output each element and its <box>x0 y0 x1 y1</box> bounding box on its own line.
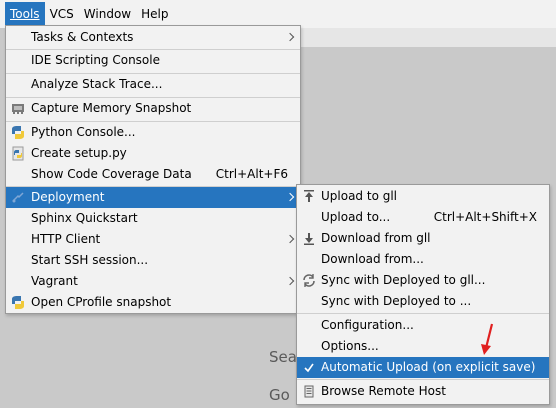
python-icon <box>12 126 24 139</box>
menu-item-sync-deployed-to[interactable]: Sync with Deployed to ... <box>297 291 549 312</box>
menu-item-sphinx-quickstart[interactable]: Sphinx Quickstart <box>6 208 300 229</box>
menu-item-ide-scripting-console[interactable]: IDE Scripting Console <box>6 50 300 71</box>
remote-host-icon <box>304 385 314 398</box>
menu-item-capture-memory-snapshot[interactable]: Capture Memory Snapshot <box>6 98 300 119</box>
sync-icon <box>303 274 315 287</box>
menu-help[interactable]: Help <box>136 2 173 26</box>
menu-vcs[interactable]: VCS <box>45 2 79 26</box>
menu-item-show-code-coverage-data[interactable]: Show Code Coverage Data Ctrl+Alt+F6 <box>6 164 300 185</box>
submenu-arrow-icon <box>286 187 296 208</box>
checkmark-icon <box>304 363 314 373</box>
menu-item-sync-deployed-gll[interactable]: Sync with Deployed to gll... <box>297 270 549 291</box>
submenu-arrow-icon <box>286 271 296 292</box>
search-everywhere-hint: Sea <box>269 348 297 366</box>
submenu-arrow-icon <box>286 229 296 250</box>
menu-item-download-from-gll[interactable]: Download from gll <box>297 228 549 249</box>
menu-item-create-setup-py[interactable]: Create setup.py <box>6 143 300 164</box>
python-icon <box>12 296 24 309</box>
menu-item-options[interactable]: Options... <box>297 336 549 357</box>
menu-item-upload-to[interactable]: Upload to... Ctrl+Alt+Shift+X <box>297 207 549 228</box>
annotation-arrow-icon <box>481 323 494 355</box>
menu-item-open-cprofile-snapshot[interactable]: Open CProfile snapshot <box>6 292 300 313</box>
menu-window[interactable]: Window <box>79 2 136 26</box>
menu-separator <box>297 379 549 380</box>
menu-item-vagrant[interactable]: Vagrant <box>6 271 300 292</box>
menu-item-automatic-upload[interactable]: Automatic Upload (on explicit save) <box>297 357 549 378</box>
goto-file-hint: Go <box>269 386 290 404</box>
menu-item-analyze-stack-trace[interactable]: Analyze Stack Trace... <box>6 74 300 95</box>
menu-item-configuration[interactable]: Configuration... <box>297 315 549 336</box>
tools-menu: Tasks & Contexts IDE Scripting Console A… <box>5 25 301 314</box>
menu-item-tasks-contexts[interactable]: Tasks & Contexts <box>6 27 300 48</box>
memory-snapshot-icon <box>12 104 24 114</box>
menu-separator <box>297 313 549 314</box>
menu-item-download-from[interactable]: Download from... <box>297 249 549 270</box>
deployment-icon <box>12 192 24 203</box>
upload-icon <box>304 190 314 202</box>
menu-tools[interactable]: Tools <box>5 2 45 26</box>
menu-item-upload-to-gll[interactable]: Upload to gll <box>297 186 549 207</box>
submenu-arrow-icon <box>286 27 296 48</box>
python-file-icon <box>12 146 24 161</box>
menu-item-start-ssh-session[interactable]: Start SSH session... <box>6 250 300 271</box>
editor-tab-strip <box>298 28 556 47</box>
menu-item-deployment[interactable]: Deployment <box>6 187 300 208</box>
menu-item-browse-remote-host[interactable]: Browse Remote Host <box>297 381 549 402</box>
download-icon <box>304 233 314 245</box>
menu-item-http-client[interactable]: HTTP Client <box>6 229 300 250</box>
deployment-submenu: Upload to gll Upload to... Ctrl+Alt+Shif… <box>296 184 550 405</box>
menubar: Tools VCS Window Help <box>0 0 556 28</box>
menu-item-python-console[interactable]: Python Console... <box>6 122 300 143</box>
